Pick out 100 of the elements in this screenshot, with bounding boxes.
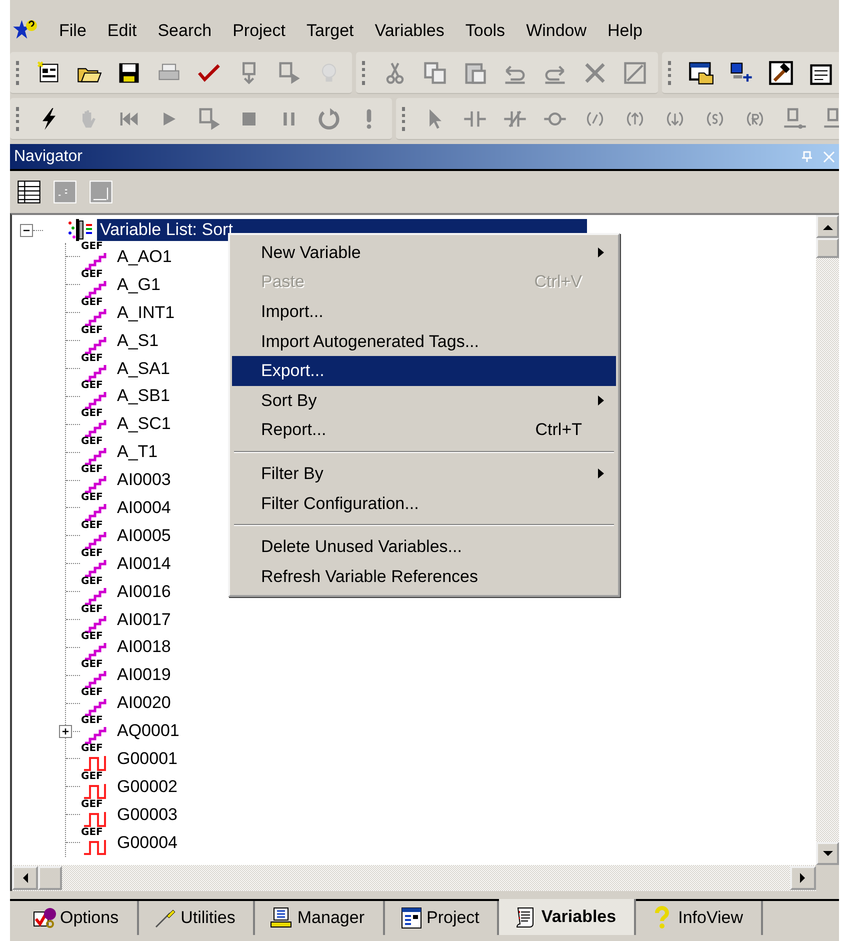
tree-item[interactable]: AI0005 — [117, 526, 171, 546]
pulse-icon — [83, 838, 109, 856]
staircase-icon — [83, 419, 109, 438]
icon-label: GEF — [81, 687, 103, 700]
menu-item[interactable]: File — [48, 19, 96, 43]
tree-item[interactable]: G00003 — [117, 804, 178, 825]
staircase-icon — [83, 475, 109, 494]
refresh-icon[interactable] — [316, 106, 342, 132]
pulse-icon — [83, 810, 109, 828]
menu-option[interactable]: New Variable — [232, 238, 616, 268]
menu-item[interactable]: Edit — [96, 19, 147, 43]
tree-item[interactable]: G00004 — [117, 832, 178, 853]
icon-label: GEF — [81, 715, 103, 728]
window-folder-icon[interactable] — [688, 60, 714, 86]
tree-item[interactable]: AI0003 — [117, 470, 171, 490]
expand-icon[interactable] — [59, 725, 72, 738]
icon-label: GEF — [81, 268, 103, 281]
tree-item[interactable]: A_AO1 — [117, 246, 172, 267]
tree-item[interactable]: AI0018 — [117, 637, 171, 658]
tree-item[interactable]: AI0014 — [117, 554, 171, 574]
table-view-icon[interactable] — [16, 179, 42, 205]
up-arrow-icon — [822, 224, 832, 230]
staircase-icon — [83, 502, 109, 521]
staircase-icon — [83, 698, 109, 716]
tree-item[interactable]: AI0016 — [117, 582, 171, 602]
down-arrow-icon — [822, 850, 832, 856]
menu-option[interactable]: Refresh Variable References — [232, 562, 616, 592]
icon-label: GEF — [81, 296, 103, 309]
tree-item[interactable]: A_G1 — [117, 274, 160, 295]
menu-item[interactable]: Project — [222, 19, 296, 43]
tree-item[interactable]: AI0004 — [117, 498, 171, 518]
grid-view-icon[interactable] — [52, 179, 78, 205]
menu-option[interactable]: Sort By — [232, 386, 616, 416]
tree-item[interactable]: A_S1 — [117, 330, 159, 351]
tree-item[interactable]: AI0020 — [117, 693, 171, 714]
horizontal-scrollbar[interactable] — [12, 865, 816, 891]
tree-item[interactable]: AQ0001 — [117, 721, 180, 742]
icon-label: GEF — [81, 352, 103, 365]
tree-item[interactable]: AI0019 — [117, 665, 171, 686]
icon-label: GEF — [81, 659, 103, 672]
scroll-thumb[interactable] — [38, 866, 62, 890]
menu-option[interactable]: Export... — [232, 356, 616, 386]
icon-label: GEF — [81, 380, 103, 392]
pulse-icon — [83, 754, 109, 772]
vertical-scrollbar[interactable] — [816, 215, 839, 865]
scroll-right-button[interactable] — [790, 866, 816, 890]
staircase-icon — [83, 586, 109, 605]
icon-label: GEF — [81, 408, 103, 420]
icon-label: GEF — [81, 240, 103, 253]
scroll-thumb[interactable] — [816, 238, 839, 258]
icon-label: GEF — [81, 520, 103, 532]
scroll-left-button[interactable] — [12, 866, 38, 890]
menu-option[interactable]: Report... Ctrl+T — [232, 416, 616, 446]
icon-label: GEF — [81, 604, 103, 616]
menu-option[interactable]: Delete Unused Variables... — [232, 532, 616, 562]
tree-item[interactable]: AI0017 — [117, 610, 171, 630]
icon-label: GEF — [81, 826, 103, 839]
hammer-icon[interactable] — [768, 60, 794, 86]
staircase-icon — [83, 726, 109, 744]
picture-frame-icon[interactable] — [622, 60, 648, 86]
staircase-icon — [83, 530, 109, 549]
menu-item[interactable]: Variables — [364, 19, 454, 43]
menu-option[interactable]: Filter By — [232, 459, 616, 489]
scroll-down-button[interactable] — [816, 842, 839, 865]
project-icon — [398, 906, 422, 930]
menu-item[interactable]: Target — [296, 19, 364, 43]
staircase-icon — [83, 336, 109, 354]
tree-item[interactable]: A_SC1 — [117, 414, 171, 434]
close-icon[interactable] — [823, 150, 835, 162]
options-icon — [32, 906, 56, 930]
tree-item[interactable]: A_INT1 — [117, 302, 175, 323]
timer-block-icon[interactable] — [782, 106, 808, 132]
icon-label: GEF — [81, 436, 103, 448]
staircase-icon — [83, 670, 109, 688]
tree-item[interactable]: A_SB1 — [117, 386, 170, 406]
computer-icon — [269, 906, 294, 930]
menu-item[interactable]: Tools — [454, 19, 516, 43]
menu-item[interactable]: Help — [596, 19, 652, 43]
staircase-icon — [83, 558, 109, 577]
collapse-icon[interactable] — [20, 224, 33, 236]
icon-label: GEF — [81, 631, 103, 644]
tree-item[interactable]: G00002 — [117, 776, 178, 797]
tree-item[interactable]: G00001 — [117, 748, 178, 769]
icon-label: GEF — [81, 798, 103, 811]
menu-option[interactable]: Import Autogenerated Tags... — [232, 326, 616, 356]
tree-item[interactable]: A_T1 — [117, 442, 158, 462]
icon-label: GEF — [81, 492, 103, 504]
pin-icon[interactable] — [801, 150, 813, 162]
copy-icon[interactable] — [422, 60, 448, 86]
menu-option[interactable]: Filter Configuration... — [232, 488, 616, 518]
list-view-icon[interactable] — [88, 179, 114, 205]
panel-tab[interactable]: Variables — [499, 899, 636, 935]
scroll-up-button[interactable] — [816, 215, 839, 238]
staircase-icon — [83, 447, 109, 466]
tree-item[interactable]: A_SA1 — [117, 358, 170, 378]
menu-option[interactable]: Import... — [232, 297, 616, 327]
panel-title: Navigator — [14, 148, 82, 166]
menu-item[interactable]: Window — [515, 19, 597, 43]
menu-item[interactable]: Search — [146, 19, 222, 43]
icon-label: GEF — [81, 324, 103, 337]
